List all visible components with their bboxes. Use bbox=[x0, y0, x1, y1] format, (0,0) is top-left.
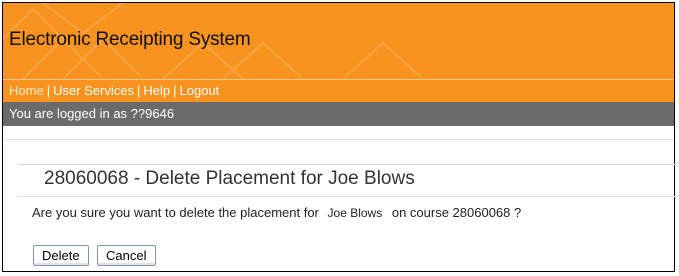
nav-home-link[interactable]: Home bbox=[9, 83, 44, 98]
nav-separator: | bbox=[173, 83, 177, 98]
confirm-prefix: Are you sure you want to delete the plac… bbox=[32, 205, 319, 220]
title-divider bbox=[18, 196, 675, 197]
nav-separator: | bbox=[137, 83, 141, 98]
nav-separator: | bbox=[46, 83, 51, 98]
nav-help-link[interactable]: Help bbox=[143, 83, 170, 98]
app-header: Electronic Receipting System bbox=[3, 3, 674, 79]
nav-logout-link[interactable]: Logout bbox=[180, 83, 220, 98]
app-title: Electronic Receipting System bbox=[9, 29, 251, 50]
action-buttons: Delete Cancel bbox=[33, 245, 160, 266]
nav-user-services-link[interactable]: User Services bbox=[53, 83, 134, 98]
student-name: Joe Blows bbox=[327, 206, 383, 220]
confirm-suffix: on course 28060068 ? bbox=[391, 205, 522, 220]
browser-frame: Electronic Receipting System Home | User S… bbox=[2, 2, 675, 272]
logged-in-text: You are logged in as ??9646 bbox=[9, 106, 175, 121]
confirm-message: Are you sure you want to delete the plac… bbox=[32, 205, 521, 220]
login-status-bar: You are logged in as ??9646 bbox=[3, 102, 674, 126]
page-title: 28060068 - Delete Placement for Joe Blow… bbox=[44, 168, 415, 189]
content-divider bbox=[3, 139, 674, 140]
delete-button[interactable]: Delete bbox=[33, 245, 89, 266]
main-nav: Home | User Services | Help | Logout bbox=[3, 79, 674, 102]
cancel-button[interactable]: Cancel bbox=[97, 245, 156, 266]
